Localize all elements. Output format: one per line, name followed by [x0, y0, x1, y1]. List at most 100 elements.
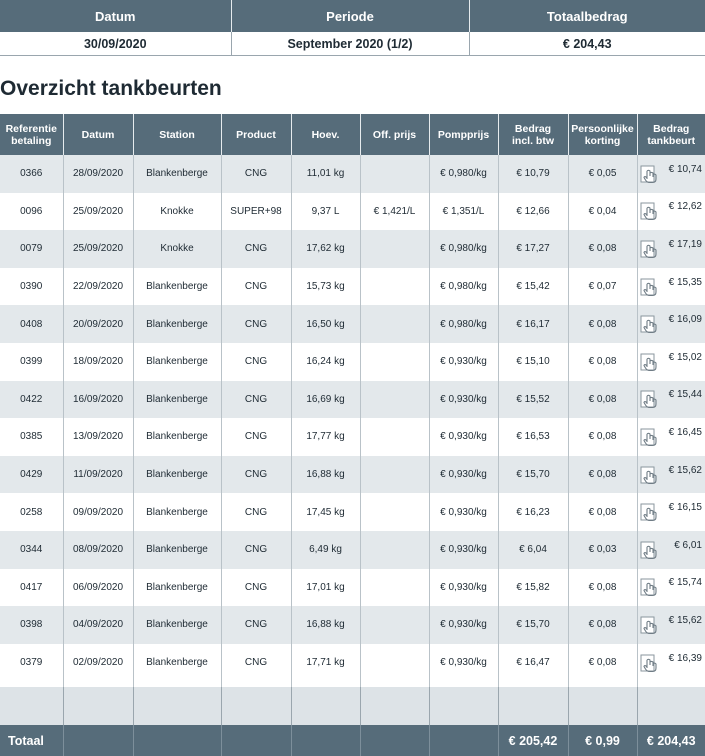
- cell-product: CNG: [221, 342, 292, 381]
- hand-pointer-icon[interactable]: [640, 616, 660, 635]
- cell-datum: 04/09/2020: [63, 606, 134, 644]
- cell-off-prijs: [360, 455, 430, 494]
- cell-korting: € 0,08: [568, 342, 638, 381]
- cell-datum: 02/09/2020: [63, 643, 134, 682]
- tankbeurt-amount: € 15,35: [668, 276, 702, 288]
- cell-tankbeurt: € 15,62: [637, 606, 705, 644]
- hand-pointer-icon[interactable]: [640, 390, 660, 409]
- cell-station: Blankenberge: [133, 606, 222, 644]
- cell-datum: 18/09/2020: [63, 342, 134, 381]
- hand-pointer-icon[interactable]: [640, 353, 660, 372]
- totals-tankbeurt: € 204,43: [637, 725, 705, 756]
- cell-product: CNG: [221, 530, 292, 569]
- cell-station: Blankenberge: [133, 530, 222, 569]
- transactions-table: Referentie betaling Datum Station Product…: [0, 114, 705, 756]
- cell-tankbeurt: € 10,74: [637, 155, 705, 193]
- col-header-referentie: Referentie betaling: [0, 114, 64, 155]
- tankbeurt-amount: € 15,62: [668, 614, 702, 626]
- cell-off-prijs: [360, 267, 430, 306]
- cell-hoev: 16,69 kg: [291, 380, 361, 419]
- cell-pompprijs: € 0,930/kg: [429, 455, 499, 494]
- cell-pompprijs: € 0,930/kg: [429, 643, 499, 682]
- hand-pointer-icon[interactable]: [640, 315, 660, 334]
- cell-product: CNG: [221, 305, 292, 343]
- cell-pompprijs: € 0,980/kg: [429, 305, 499, 343]
- hand-pointer-icon[interactable]: [640, 578, 660, 597]
- cell-tankbeurt: € 15,62: [637, 455, 705, 494]
- hand-pointer-icon[interactable]: [640, 202, 660, 221]
- col-header-product: Product: [221, 114, 292, 155]
- cell-pompprijs: € 0,980/kg: [429, 155, 499, 193]
- summary-header-datum: Datum: [0, 0, 232, 32]
- page-title: Overzicht tankbeurten: [0, 77, 222, 100]
- cell-hoev: 9,37 L: [291, 192, 361, 231]
- table-row: 0379 02/09/2020 Blankenberge CNG 17,71 kg € 0…: [0, 643, 705, 682]
- hand-pointer-icon[interactable]: [640, 428, 660, 447]
- cell-ref: 0398: [0, 606, 64, 644]
- cell-pompprijs: € 0,930/kg: [429, 606, 499, 644]
- cell-pompprijs: € 0,980/kg: [429, 267, 499, 306]
- totals-row: Totaal € 205,42 € 0,99 € 204,43: [0, 725, 705, 756]
- cell-ref: 0417: [0, 568, 64, 607]
- table-header-row: Referentie betaling Datum Station Product…: [0, 114, 705, 155]
- hand-pointer-icon[interactable]: [640, 503, 660, 522]
- cell-datum: 11/09/2020: [63, 455, 134, 494]
- cell-hoev: 17,62 kg: [291, 230, 361, 268]
- cell-bedrag: € 16,23: [498, 493, 569, 531]
- cell-station: Blankenberge: [133, 342, 222, 381]
- cell-product: CNG: [221, 380, 292, 419]
- cell-station: Knokke: [133, 230, 222, 268]
- cell-pompprijs: € 0,980/kg: [429, 230, 499, 268]
- totals-bedrag: € 205,42: [498, 725, 569, 756]
- table-row: 0258 09/09/2020 Blankenberge CNG 17,45 kg € 0…: [0, 493, 705, 531]
- cell-datum: 16/09/2020: [63, 380, 134, 419]
- cell-product: CNG: [221, 155, 292, 193]
- cell-korting: € 0,08: [568, 643, 638, 682]
- cell-off-prijs: [360, 305, 430, 343]
- hand-pointer-icon[interactable]: [640, 466, 660, 485]
- cell-datum: 13/09/2020: [63, 418, 134, 456]
- cell-korting: € 0,03: [568, 530, 638, 569]
- cell-off-prijs: [360, 380, 430, 419]
- cell-bedrag: € 12,66: [498, 192, 569, 231]
- cell-hoev: 16,88 kg: [291, 606, 361, 644]
- tankbeurt-amount: € 16,45: [668, 426, 702, 438]
- cell-ref: 0429: [0, 455, 64, 494]
- tankbeurt-amount: € 16,09: [668, 314, 702, 326]
- cell-off-prijs: [360, 606, 430, 644]
- table-row: 0390 22/09/2020 Blankenberge CNG 15,73 kg € 0…: [0, 267, 705, 306]
- table-row: 0422 16/09/2020 Blankenberge CNG 16,69 kg € 0…: [0, 380, 705, 419]
- summary-totaalbedrag-value: € 204,43: [469, 32, 705, 56]
- empty-row: [0, 687, 705, 726]
- hand-pointer-icon[interactable]: [640, 240, 660, 259]
- cell-datum: 25/09/2020: [63, 192, 134, 231]
- cell-ref: 0344: [0, 530, 64, 569]
- col-header-off-prijs: Off. prijs: [360, 114, 430, 155]
- cell-korting: € 0,08: [568, 418, 638, 456]
- col-header-station: Station: [133, 114, 222, 155]
- cell-bedrag: € 15,82: [498, 568, 569, 607]
- tankbeurt-amount: € 6,01: [674, 539, 702, 551]
- table-row: 0417 06/09/2020 Blankenberge CNG 17,01 kg € 0…: [0, 568, 705, 607]
- summary-table: Datum Periode Totaalbedrag 30/09/2020 Se…: [0, 0, 705, 56]
- hand-pointer-icon[interactable]: [640, 278, 660, 297]
- col-header-bedrag-tankbeurt: Bedrag tankbeurt: [637, 114, 705, 155]
- tankbeurt-amount: € 15,44: [668, 389, 702, 401]
- cell-station: Blankenberge: [133, 155, 222, 193]
- tankbeurt-amount: € 16,15: [668, 502, 702, 514]
- cell-datum: 06/09/2020: [63, 568, 134, 607]
- hand-pointer-icon[interactable]: [640, 541, 660, 560]
- cell-ref: 0422: [0, 380, 64, 419]
- hand-pointer-icon[interactable]: [640, 165, 660, 184]
- cell-bedrag: € 17,27: [498, 230, 569, 268]
- cell-off-prijs: € 1,421/L: [360, 192, 430, 231]
- cell-ref: 0379: [0, 643, 64, 682]
- cell-korting: € 0,07: [568, 267, 638, 306]
- tankbeurt-amount: € 16,39: [668, 652, 702, 664]
- cell-product: CNG: [221, 418, 292, 456]
- cell-pompprijs: € 0,930/kg: [429, 418, 499, 456]
- cell-tankbeurt: € 15,02: [637, 342, 705, 381]
- cell-bedrag: € 6,04: [498, 530, 569, 569]
- cell-product: CNG: [221, 267, 292, 306]
- hand-pointer-icon[interactable]: [640, 654, 660, 673]
